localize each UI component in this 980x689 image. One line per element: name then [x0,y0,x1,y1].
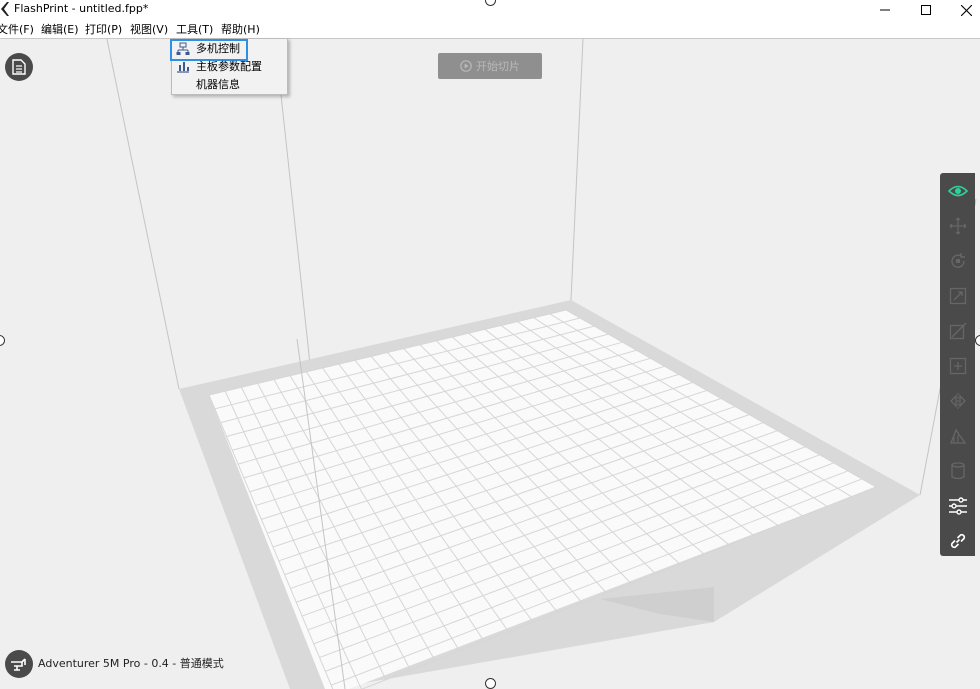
window-title: FlashPrint - untitled.fpp* [14,2,149,15]
right-toolbar [940,173,975,556]
maximize-button[interactable] [906,0,946,20]
flashprint-window: FlashPrint - untitled.fpp* 文件(F) 编辑(E) 打… [0,0,980,689]
menu-item-label: 机器信息 [196,78,240,91]
menu-tools[interactable]: 工具(T) [176,22,213,37]
minimize-button[interactable] [865,0,905,20]
menu-view[interactable]: 视图(V) [130,22,168,37]
menu-print[interactable]: 打印(P) [85,22,122,37]
resize-handle-top[interactable] [485,0,496,6]
play-circle-icon [460,60,472,72]
minimize-icon [880,9,890,11]
scale-tool-button[interactable] [940,278,975,313]
settings-tool-button[interactable] [940,488,975,523]
move-tool-button[interactable] [940,208,975,243]
menu-item-board-config[interactable]: 主板参数配置 [172,58,287,76]
add-tool-button[interactable] [940,348,975,383]
mirror-tool-button[interactable] [940,383,975,418]
resize-handle-right[interactable] [975,335,980,346]
menu-item-label: 主板参数配置 [196,60,262,73]
document-button[interactable] [5,53,33,81]
menu-bar: 文件(F) 编辑(E) 打印(P) 视图(V) 工具(T) 帮助(H) [0,20,980,39]
maximize-icon [921,5,931,15]
printer-icon [11,658,26,671]
link-icon [950,533,965,548]
start-slicing-button[interactable]: 开始切片 [438,53,542,79]
board-config-icon [177,62,189,73]
rotate-icon [950,252,965,268]
flashprint-logo-icon [1,2,9,16]
tools-dropdown-menu: 多机控制 主板参数配置 机器信息 [170,38,288,95]
start-slicing-label: 开始切片 [476,60,520,73]
menu-edit[interactable]: 编辑(E) [41,22,79,37]
printer-status-label: Adventurer 5M Pro - 0.4 - 普通模式 [38,657,224,670]
supports-tool-button[interactable] [940,418,975,453]
extruder-tool-button[interactable] [940,453,975,488]
settings-sliders-icon [948,496,967,515]
menu-file[interactable]: 文件(F) [0,22,34,37]
rotate-tool-button[interactable] [940,243,975,278]
cut-tool-button[interactable] [940,313,975,348]
resize-handle-bottom[interactable] [485,678,496,689]
build-volume-scene [106,39,977,689]
cut-icon [949,322,966,339]
extruder-icon [950,461,965,479]
mirror-icon [949,392,966,409]
menu-item-machine-info[interactable]: 机器信息 [172,76,287,94]
menu-item-multi-machine-control[interactable]: 多机控制 [170,39,287,61]
close-button[interactable] [946,0,980,20]
printer-button[interactable] [5,650,33,678]
close-icon [960,4,972,16]
link-tool-button[interactable] [940,523,975,558]
menu-help[interactable]: 帮助(H) [221,22,260,37]
move-icon [949,217,966,234]
view-icon [947,185,968,196]
supports-icon [949,428,966,444]
3d-viewport[interactable]: 开始切片 Adventurer 5M Pro - 0.4 - 普通模式 [0,39,980,689]
add-icon [949,357,966,374]
document-icon [12,59,26,75]
view-tool-button[interactable] [940,173,975,208]
scale-icon [949,287,966,304]
title-bar: FlashPrint - untitled.fpp* [0,0,980,20]
